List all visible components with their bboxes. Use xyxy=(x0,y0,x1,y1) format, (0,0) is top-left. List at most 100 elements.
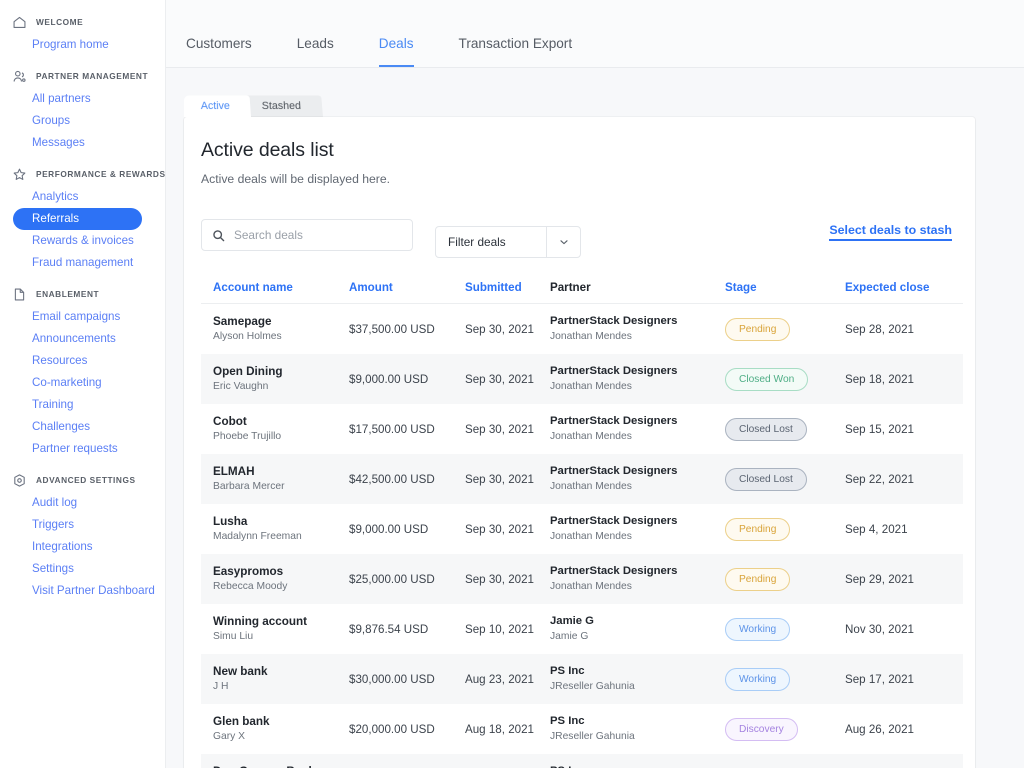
sidebar-item-program-home[interactable]: Program home xyxy=(12,34,153,56)
chevron-down-icon[interactable] xyxy=(546,227,580,257)
status-badge: Pending xyxy=(725,318,790,341)
sidebar-item-visit-partner-dashboard[interactable]: Visit Partner Dashboard xyxy=(12,580,153,602)
sidebar-item-co-marketing[interactable]: Co-marketing xyxy=(12,372,153,394)
cell-amount: $17,500.00 USD xyxy=(337,404,453,454)
partner-name: PS Inc xyxy=(550,664,713,679)
sidebar-group-enablement: ENABLEMENTEmail campaignsAnnouncementsRe… xyxy=(0,282,165,460)
sidebar-group-partner-management: PARTNER MANAGEMENT All partnersGroupsMess… xyxy=(0,64,165,154)
cell-partner: PartnerStack DesignersJonathan Mendes xyxy=(538,504,713,554)
cell-expected-close: Sep 15, 2021 xyxy=(833,404,963,454)
cell-partner: PartnerStack DesignersJonathan Mendes xyxy=(538,554,713,604)
table-row[interactable]: New bankJ H$30,000.00 USDAug 23, 2021PS … xyxy=(201,654,963,704)
people-icon xyxy=(12,69,27,84)
cell-submitted: Sep 30, 2021 xyxy=(453,554,538,604)
account-contact: Alyson Holmes xyxy=(213,330,337,344)
sidebar-item-announcements[interactable]: Announcements xyxy=(12,328,153,350)
sidebar-group-header: WELCOME xyxy=(0,10,165,34)
sidebar-item-triggers[interactable]: Triggers xyxy=(12,514,153,536)
tab-deals[interactable]: Deals xyxy=(379,36,414,67)
sidebar: WELCOMEProgram home PARTNER MANAGEMENT All… xyxy=(0,0,166,768)
cell-account: EasypromosRebecca Moody xyxy=(201,554,337,604)
tab-transaction-export[interactable]: Transaction Export xyxy=(459,36,573,67)
partner-contact: Jonathan Mendes xyxy=(550,380,713,394)
sidebar-item-analytics[interactable]: Analytics xyxy=(12,186,153,208)
cell-amount: $20,000.00 USD xyxy=(337,704,453,754)
sidebar-group-welcome: WELCOMEProgram home xyxy=(0,10,165,56)
table-row[interactable]: CobotPhoebe Trujillo$17,500.00 USDSep 30… xyxy=(201,404,963,454)
table-row[interactable]: Glen bankGary X$20,000.00 USDAug 18, 202… xyxy=(201,704,963,754)
sidebar-group-header: PERFORMANCE & REWARDS xyxy=(0,162,165,186)
column-header-submitted[interactable]: Submitted xyxy=(453,281,538,304)
subtab-stashed[interactable]: Stashed xyxy=(241,95,323,117)
sidebar-item-training[interactable]: Training xyxy=(12,394,153,416)
top-navigation: Customers Leads Deals Transaction Export xyxy=(166,0,1024,68)
account-name: Samepage xyxy=(213,314,337,329)
cell-stage: Working xyxy=(713,604,833,654)
cell-partner: PartnerStack DesignersJonathan Mendes xyxy=(538,354,713,404)
cell-stage: Closed Won xyxy=(713,354,833,404)
cell-account: Dun Gannon BankHubert Wilson xyxy=(201,754,337,768)
sidebar-item-rewards-invoices[interactable]: Rewards & invoices xyxy=(12,230,153,252)
account-name: ELMAH xyxy=(213,464,337,479)
sidebar-item-groups[interactable]: Groups xyxy=(12,110,153,132)
account-contact: Gary X xyxy=(213,730,337,744)
sidebar-item-settings[interactable]: Settings xyxy=(12,558,153,580)
sidebar-item-email-campaigns[interactable]: Email campaigns xyxy=(12,306,153,328)
cell-partner: PS IncJReseller Gahunia xyxy=(538,754,713,768)
tab-customers[interactable]: Customers xyxy=(186,36,252,67)
sidebar-item-all-partners[interactable]: All partners xyxy=(12,88,153,110)
partner-name: PS Inc xyxy=(550,714,713,729)
sidebar-item-resources[interactable]: Resources xyxy=(12,350,153,372)
account-name: Lusha xyxy=(213,514,337,529)
table-row[interactable]: SamepageAlyson Holmes$37,500.00 USDSep 3… xyxy=(201,304,963,355)
cell-account: SamepageAlyson Holmes xyxy=(201,304,337,355)
table-row[interactable]: Open DiningEric Vaughn$9,000.00 USDSep 3… xyxy=(201,354,963,404)
column-header-account-name[interactable]: Account name xyxy=(201,281,337,304)
filter-dropdown[interactable]: Filter deals xyxy=(435,226,581,258)
sidebar-group-title: PARTNER MANAGEMENT xyxy=(36,71,148,81)
table-row[interactable]: Winning accountSimu Liu$9,876.54 USDSep … xyxy=(201,604,963,654)
cell-expected-close: Sep 17, 2021 xyxy=(833,654,963,704)
cell-submitted: Aug 23, 2021 xyxy=(453,654,538,704)
table-row[interactable]: ELMAHBarbara Mercer$42,500.00 USDSep 30,… xyxy=(201,454,963,504)
sidebar-item-audit-log[interactable]: Audit log xyxy=(12,492,153,514)
column-header-amount[interactable]: Amount xyxy=(337,281,453,304)
cell-submitted: Aug 15, 2021 xyxy=(453,754,538,768)
column-header-expected-close[interactable]: Expected close xyxy=(833,281,963,304)
account-contact: Eric Vaughn xyxy=(213,380,337,394)
cell-submitted: Sep 10, 2021 xyxy=(453,604,538,654)
cell-submitted: Sep 30, 2021 xyxy=(453,304,538,355)
cell-amount: $30,000.00 USD xyxy=(337,654,453,704)
table-row[interactable]: LushaMadalynn Freeman$9,000.00 USDSep 30… xyxy=(201,504,963,554)
filter-label: Filter deals xyxy=(436,235,546,249)
search-input[interactable] xyxy=(234,228,402,242)
account-contact: Simu Liu xyxy=(213,630,337,644)
column-header-stage[interactable]: Stage xyxy=(713,281,833,304)
account-name: New bank xyxy=(213,664,337,679)
cell-stage: Pending xyxy=(713,304,833,355)
sidebar-item-challenges[interactable]: Challenges xyxy=(12,416,153,438)
select-deals-to-stash-link[interactable]: Select deals to stash xyxy=(829,223,952,241)
gear-icon xyxy=(12,473,27,488)
cell-account: LushaMadalynn Freeman xyxy=(201,504,337,554)
sidebar-item-partner-requests[interactable]: Partner requests xyxy=(12,438,153,460)
account-name: Easypromos xyxy=(213,564,337,579)
search-box[interactable] xyxy=(201,219,413,251)
sidebar-item-referrals[interactable]: Referrals xyxy=(13,208,142,230)
cell-amount: $9,876.54 USD xyxy=(337,604,453,654)
cell-amount: $37,500.00 USD xyxy=(337,304,453,355)
account-name: Winning account xyxy=(213,614,337,629)
sidebar-item-integrations[interactable]: Integrations xyxy=(12,536,153,558)
status-badge: Closed Lost xyxy=(725,468,807,491)
sidebar-item-fraud-management[interactable]: Fraud management xyxy=(12,252,153,274)
table-row[interactable]: EasypromosRebecca Moody$25,000.00 USDSep… xyxy=(201,554,963,604)
status-badge: Working xyxy=(725,668,790,691)
sidebar-item-messages[interactable]: Messages xyxy=(12,132,153,154)
status-badge: Pending xyxy=(725,568,790,591)
subtab-active[interactable]: Active xyxy=(184,95,251,117)
table-row[interactable]: Dun Gannon BankHubert Wilson$34,001.00 U… xyxy=(201,754,963,768)
partner-contact: JReseller Gahunia xyxy=(550,730,713,744)
cell-expected-close: Aug 16, 2021 xyxy=(833,754,963,768)
tab-leads[interactable]: Leads xyxy=(297,36,334,67)
sidebar-group-header: PARTNER MANAGEMENT xyxy=(0,64,165,88)
